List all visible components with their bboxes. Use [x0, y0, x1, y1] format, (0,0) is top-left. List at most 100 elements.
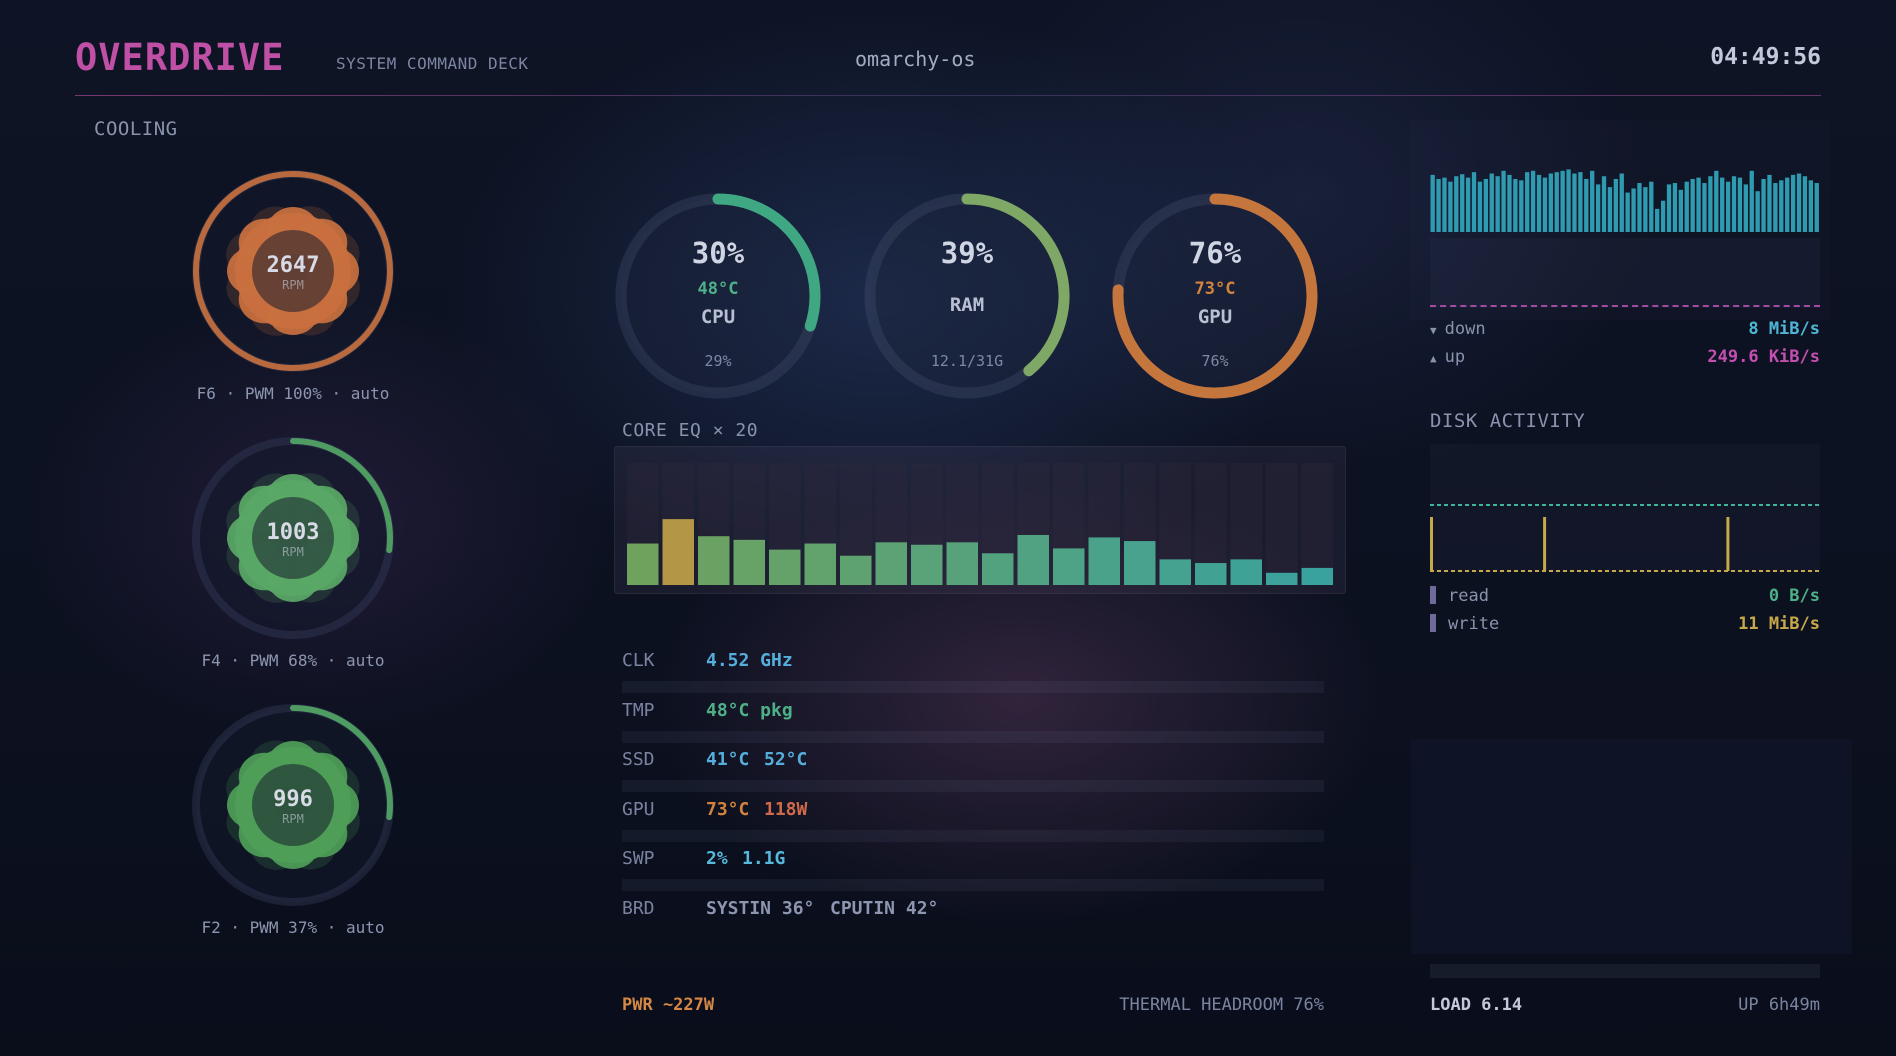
- stat-bar: [622, 730, 1324, 743]
- clock: 04:49:56: [1710, 44, 1821, 70]
- stat-bar: [622, 879, 1324, 891]
- gauge-name: GPU: [1197, 306, 1233, 328]
- gauge-percent: 39%: [940, 236, 994, 270]
- write-marker-icon: [1430, 614, 1436, 632]
- stat-value: 48°C pkg: [706, 699, 793, 721]
- header-divider: [75, 95, 1821, 96]
- network-activity-bar: [1495, 176, 1500, 232]
- stat-value: 41°C: [706, 749, 750, 770]
- network-activity-bar: [1607, 187, 1613, 232]
- disk-write-row: write 11 MiB/s: [1430, 614, 1820, 634]
- core-eq-bar: [1088, 537, 1120, 585]
- stat-key: CLK: [622, 650, 655, 671]
- fan-icon: 1003RPM: [192, 437, 394, 639]
- network-activity-bar: [1702, 183, 1707, 232]
- stat-row-brd: BRD SYSTIN 36° CPUTIN 42°: [622, 898, 1324, 948]
- network-activity-bar: [1714, 170, 1719, 232]
- network-activity-bar: [1584, 178, 1589, 232]
- network-activity-bar: [1814, 183, 1819, 232]
- network-up-value: 249.6 KiB/s: [1707, 347, 1820, 367]
- disk-activity-label: DISK ACTIVITY: [1430, 410, 1586, 432]
- network-activity-bar: [1660, 200, 1666, 232]
- read-marker-icon: [1430, 586, 1436, 604]
- fan-3: 996 RPM F2 · PWM 37% · auto: [188, 700, 398, 937]
- stat-bar: [622, 681, 1324, 693]
- uptime: UP 6h49m: [1738, 995, 1820, 1015]
- network-activity-bar: [1489, 173, 1494, 232]
- gauge-gpu: 76% 73°C GPU 76%: [1105, 186, 1325, 406]
- network-activity-bar: [1542, 177, 1548, 232]
- disk-read-value: 0 B/s: [1768, 586, 1820, 606]
- up-arrow-icon: ▲: [1430, 352, 1437, 365]
- network-activity-bar: [1749, 170, 1754, 232]
- fan-caption: F2 · PWM 37% · auto: [201, 918, 385, 937]
- fan-rpm-unit: RPM: [282, 278, 304, 292]
- network-activity-graph: [1430, 164, 1820, 232]
- network-activity-bar: [1548, 173, 1553, 232]
- core-eq-bar: [1301, 567, 1333, 585]
- load-bar: [1430, 964, 1820, 978]
- app-subtitle: SYSTEM COMMAND DECK: [336, 54, 529, 73]
- network-activity-bar: [1779, 180, 1784, 232]
- core-eq-bar: [1017, 534, 1049, 585]
- network-activity-bar: [1678, 189, 1683, 232]
- network-activity-bar: [1560, 170, 1565, 232]
- network-up-row: ▲ up 249.6 KiB/s: [1430, 347, 1820, 367]
- network-baseline: [1430, 305, 1820, 307]
- gauge-subvalue: 76%: [1201, 352, 1229, 370]
- network-activity-bar: [1501, 170, 1506, 232]
- disk-activity-chart: [1430, 504, 1820, 572]
- network-activity-bar: [1743, 184, 1748, 232]
- core-eq-bar: [946, 542, 978, 585]
- gauge-temperature: 48°C: [697, 279, 739, 299]
- network-activity-bar: [1808, 180, 1813, 232]
- fan-caption: F6 · PWM 100% · auto: [196, 384, 390, 403]
- thermal-headroom: THERMAL HEADROOM 76%: [1119, 995, 1324, 1015]
- network-activity-bar: [1554, 172, 1559, 232]
- stat-row-gpu: GPU 73°C 118W: [622, 799, 1324, 849]
- disk-read-label: read: [1448, 586, 1489, 606]
- network-activity-bar: [1530, 170, 1536, 232]
- network-activity-bar: [1773, 183, 1778, 232]
- network-activity-bar: [1666, 184, 1672, 232]
- network-activity-bar: [1507, 174, 1512, 232]
- network-activity-bar: [1796, 173, 1802, 232]
- core-eq-bar: [1230, 559, 1262, 585]
- core-eq-panel: [614, 446, 1346, 594]
- stat-row-swp: SWP 2% 1.1G: [622, 848, 1324, 898]
- stat-key: TMP: [622, 699, 655, 721]
- core-eq-bar: [1195, 563, 1227, 585]
- core-eq-bar: [1159, 559, 1191, 585]
- core-eq-bar: [911, 544, 943, 585]
- network-activity-bar: [1785, 177, 1790, 232]
- stat-key: SSD: [622, 749, 655, 770]
- core-eq-bar: [875, 542, 907, 585]
- fan-1: 2647 RPM F6 · PWM 100% · auto: [188, 166, 398, 403]
- gauge-subvalue: 29%: [704, 352, 732, 370]
- core-eq-slot: [1266, 463, 1298, 585]
- network-activity-bar: [1465, 177, 1471, 232]
- core-eq-bar: [840, 555, 872, 585]
- gauge-name: RAM: [949, 294, 985, 316]
- gauge-subvalue: 12.1/31G: [930, 352, 1004, 370]
- network-activity-bar: [1454, 176, 1459, 232]
- network-activity-bar: [1536, 174, 1542, 232]
- empty-panel: [1411, 739, 1852, 954]
- network-activity-bar: [1649, 181, 1654, 232]
- network-activity-bar: [1655, 208, 1660, 232]
- fan-rpm-unit: RPM: [282, 812, 304, 826]
- network-activity-bar: [1613, 178, 1618, 232]
- network-activity-bar: [1737, 177, 1743, 232]
- network-down-label: down: [1444, 319, 1486, 339]
- network-activity-bar: [1513, 178, 1518, 232]
- core-eq-bar: [627, 543, 659, 585]
- fan-icon: 2647RPM: [192, 170, 394, 372]
- fan-icon: 996RPM: [192, 704, 394, 906]
- load-average: LOAD 6.14: [1430, 995, 1523, 1015]
- down-arrow-icon: ▼: [1430, 324, 1437, 337]
- stat-key: GPU: [622, 798, 655, 820]
- app-title: OVERDRIVE: [75, 36, 285, 79]
- network-activity-bar: [1637, 183, 1642, 232]
- network-activity-bar: [1725, 181, 1731, 232]
- core-eq-bar: [804, 543, 836, 585]
